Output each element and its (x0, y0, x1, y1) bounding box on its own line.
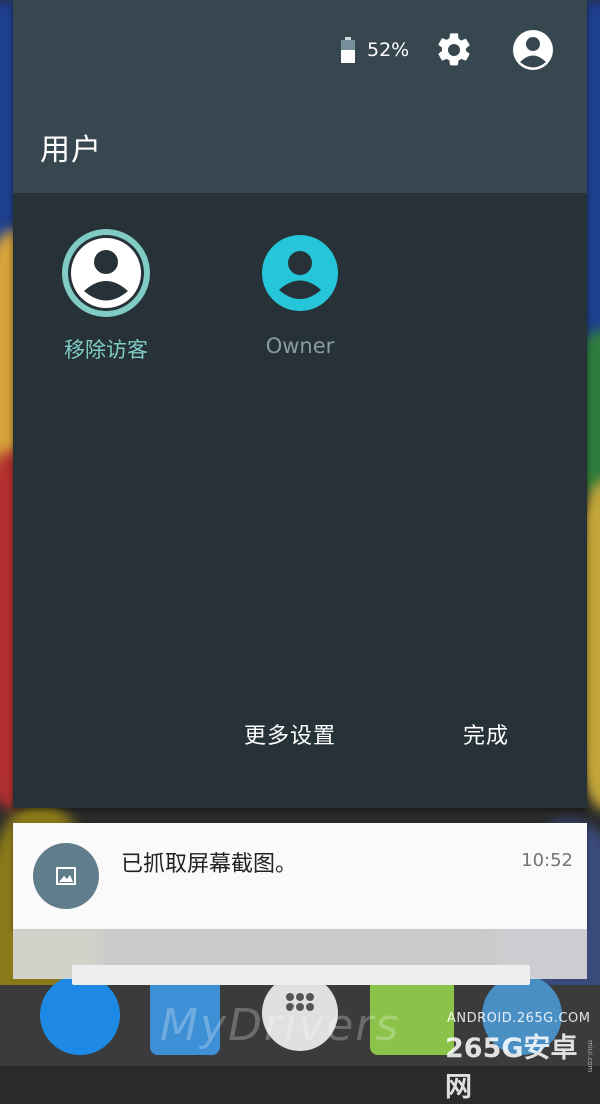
user-switcher-panel: 52% 用户 移除访客 Owner 更多设置 完成 (13, 0, 587, 808)
panel-header: 52% 用户 (13, 0, 587, 193)
user-label-remove-guest: 移除访客 (64, 338, 148, 362)
notification-title: 已抓取屏幕截图。 (121, 852, 298, 877)
user-label-owner: Owner (265, 334, 335, 358)
more-settings-button[interactable]: 更多设置 (244, 718, 336, 750)
user-tile-owner[interactable]: Owner (215, 228, 385, 358)
gear-icon[interactable] (434, 30, 474, 70)
battery-icon (341, 37, 355, 63)
watermark-small: miui.com (586, 1040, 594, 1073)
watermark-site-url: ANDROID.265G.COM (447, 1011, 591, 1026)
account-circle-icon[interactable] (512, 29, 554, 71)
user-tile-remove-guest[interactable]: 移除访客 (21, 228, 191, 364)
page-title: 用户 (40, 133, 102, 168)
done-button[interactable]: 完成 (463, 718, 509, 750)
watermark-site-name: 265G安卓网 (445, 1033, 578, 1103)
screenshot-notification[interactable]: 已抓取屏幕截图。 10:52 (13, 823, 587, 929)
guest-avatar-icon (62, 229, 150, 317)
notification-icon-badge (33, 843, 99, 909)
phone-app-icon[interactable] (40, 975, 120, 1055)
notification-time: 10:52 (521, 850, 573, 871)
notification-stack-edge-inner (72, 965, 530, 985)
image-icon (56, 867, 76, 885)
owner-avatar-icon (262, 235, 338, 311)
watermark-brand: MyDrivers (160, 1000, 401, 1051)
battery-percent: 52% (367, 39, 410, 61)
